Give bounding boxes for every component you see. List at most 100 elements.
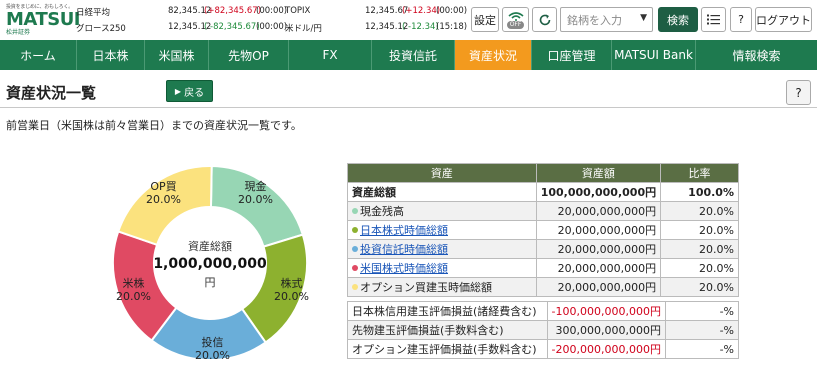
table-row-funds: 投資信託時価総額 20,000,000,000円 20.0% (347, 239, 739, 259)
row-amount: 20,000,000,000円 (535, 239, 662, 259)
segment-name: 投信 (201, 336, 224, 349)
menu-button[interactable] (701, 7, 726, 32)
toggle-state: OFF (506, 20, 525, 29)
row-amount: 20,000,000,000円 (535, 258, 662, 278)
row-amount: -200,000,000,000円 (546, 339, 667, 359)
logout-button[interactable]: ログアウト (755, 7, 812, 32)
back-button[interactable]: ▶ 戻る (166, 80, 213, 102)
refresh-button[interactable] (532, 7, 557, 32)
table-row-option-pnl: オプション建玉評価損益(手数料含む) -200,000,000,000円 -% (347, 339, 739, 359)
search-button[interactable]: 検索 (658, 7, 698, 32)
row-amount: 20,000,000,000円 (535, 220, 662, 240)
row-link[interactable]: 日本株式時価総額 (360, 224, 448, 237)
nav-fx[interactable]: FX (289, 40, 372, 70)
row-amount: 300,000,000,000円 (546, 320, 667, 340)
col-asset: 資産 (347, 163, 537, 183)
row-ratio: 20.0% (660, 239, 739, 259)
nav-japan-stocks[interactable]: 日本株 (77, 40, 145, 70)
row-amount: 100,000,000,000円 (535, 182, 662, 202)
nav-info-search[interactable]: 情報検索 (696, 40, 817, 70)
table-row-margin-pnl: 日本株信用建玉評価損益(諸経費含む) -100,000,000,000円 -% (347, 301, 739, 321)
table-header-row: 資産 資産額 比率 (347, 163, 739, 183)
nav-futures-options[interactable]: 先物OP (209, 40, 289, 70)
market-name: 日経平均 (76, 8, 111, 18)
segment-name: 現金 (244, 180, 267, 193)
table-row-cash: 現金残高 20,000,000,000円 20.0% (347, 201, 739, 221)
realtime-toggle[interactable]: OFF (502, 7, 529, 32)
segment-name: OP買 (150, 180, 177, 193)
segment-label-op-buy: OP買 20.0% (146, 180, 181, 206)
logo-brand: MATSUI (6, 9, 81, 30)
matsui-logo[interactable]: 投資をまじめに、おもしろく。 MATSUI 松井証券 (6, 3, 81, 36)
donut-center: 資産総額 1,000,000,000 円 (150, 238, 270, 290)
nav-account[interactable]: 口座管理 (532, 40, 612, 70)
market-time: (00:00) (436, 6, 468, 16)
segment-pct: 20.0% (146, 193, 181, 206)
table-row-japan-stocks: 日本株式時価総額 20,000,000,000円 20.0% (347, 220, 739, 240)
legend-dot-icon (352, 246, 358, 252)
total-unit: 円 (204, 276, 216, 289)
pnl-table: 日本株信用建玉評価損益(諸経費含む) -100,000,000,000円 -% … (347, 301, 739, 359)
market-time: (00:00) (256, 6, 288, 16)
nav-matsui-bank[interactable]: MATSUI Bank (612, 40, 696, 70)
market-change: (+12.34) (402, 6, 441, 16)
table-row-futures-pnl: 先物建玉評価損益(手数料含む) 300,000,000,000円 -% (347, 320, 739, 340)
page-help-button[interactable]: ? (786, 80, 811, 105)
segment-label-cash: 現金 20.0% (238, 180, 273, 206)
main-nav: ホーム 日本株 米国株 先物OP FX 投資信託 資産状況 口座管理 MATSU… (0, 40, 817, 70)
segment-name: 米株 (122, 277, 145, 290)
market-growth250: グロース250 12,345.12 ( -82,345.67) (00:00) (76, 22, 287, 34)
page-description: 前営業日（米国株は前々営業日）までの資産状況一覧です。 (6, 119, 302, 132)
stock-search-select[interactable]: 銘柄を入力 ▼ (560, 7, 653, 32)
row-ratio: -% (665, 301, 739, 321)
row-ratio: 100.0% (660, 182, 739, 202)
row-label: オプション買建玉時価総額 (360, 281, 492, 294)
market-time: (00:00) (256, 22, 288, 32)
row-ratio: 20.0% (660, 201, 739, 221)
nav-investment-trust[interactable]: 投資信託 (372, 40, 455, 70)
market-change: ( -82,345.67) (204, 22, 260, 32)
row-ratio: 20.0% (660, 277, 739, 297)
nav-home[interactable]: ホーム (0, 40, 77, 70)
asset-table: 資産 資産額 比率 資産総額 100,000,000,000円 100.0% 現… (347, 163, 739, 297)
donut-segment (209, 164, 305, 248)
row-ratio: -% (665, 339, 739, 359)
market-nikkei: 日経平均 82,345.12 (+82,345.67) (00:00) (76, 6, 287, 18)
chevron-down-icon: ▼ (640, 13, 647, 23)
list-icon (707, 14, 720, 25)
settings-button[interactable]: 設定 (471, 7, 499, 32)
row-amount: 20,000,000,000円 (535, 201, 662, 221)
table-row-op-buy: オプション買建玉時価総額 20,000,000,000円 20.0% (347, 277, 739, 297)
total-value: 1,000,000,000 (153, 256, 267, 272)
total-label: 資産総額 (188, 240, 232, 253)
row-ratio: -% (665, 320, 739, 340)
top-header: 投資をまじめに、おもしろく。 MATSUI 松井証券 日経平均 82,345.1… (0, 0, 817, 40)
market-usdjpy: 米ドル/円 12,345.12 ( -12.34) (15:18) (285, 22, 467, 34)
col-amount: 資産額 (535, 163, 662, 183)
segment-label-stocks: 株式 20.0% (274, 277, 309, 303)
nav-asset-status[interactable]: 資産状況 (455, 40, 532, 70)
back-label: 戻る (184, 87, 205, 99)
row-label: 資産総額 (347, 182, 537, 202)
segment-pct: 20.0% (238, 193, 273, 206)
nav-us-stocks[interactable]: 米国株 (145, 40, 209, 70)
asset-donut-chart: 現金 20.0% 株式 20.0% 投信 20.0% 米株 20.0% OP買 … (110, 158, 310, 368)
wifi-icon (507, 11, 524, 21)
page-title: 資産状況一覧 (6, 84, 97, 102)
row-link[interactable]: 米国株式時価総額 (360, 262, 448, 275)
row-link[interactable]: 投資信託時価総額 (360, 243, 448, 256)
segment-pct: 20.0% (116, 290, 151, 303)
col-ratio: 比率 (660, 163, 739, 183)
help-button[interactable]: ? (730, 7, 752, 32)
market-topix: TOPIX 12,345.67 (+12.34) (00:00) (285, 6, 467, 16)
segment-name: 株式 (280, 277, 303, 290)
legend-dot-icon (352, 265, 358, 271)
row-label: 現金残高 (360, 205, 404, 218)
play-icon: ▶ (174, 86, 182, 96)
row-ratio: 20.0% (660, 220, 739, 240)
market-time: (15:18) (436, 22, 468, 32)
table-row-total: 資産総額 100,000,000,000円 100.0% (347, 182, 739, 202)
logo-sub: 松井証券 (6, 29, 31, 36)
segment-pct: 20.0% (195, 349, 230, 362)
row-ratio: 20.0% (660, 258, 739, 278)
